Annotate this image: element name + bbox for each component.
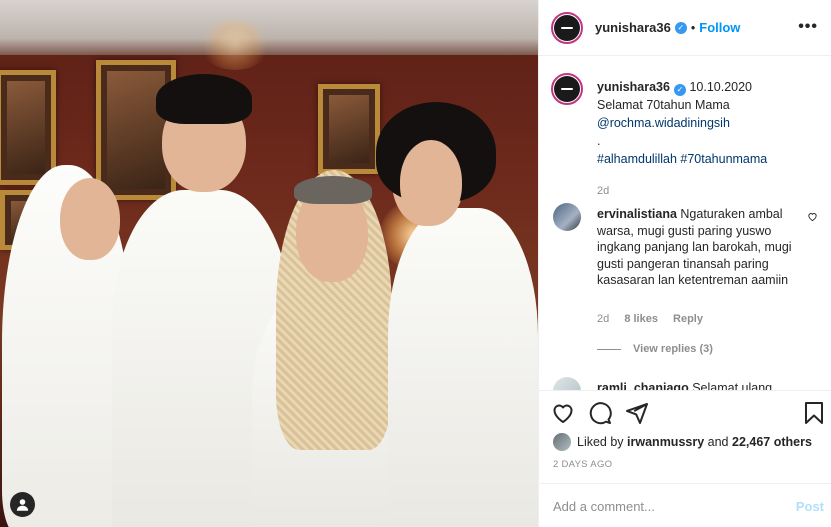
reply-button[interactable]: Reply bbox=[673, 313, 703, 325]
comment-like-heart-icon[interactable] bbox=[807, 211, 818, 222]
caption-time[interactable]: 2d bbox=[597, 185, 609, 197]
comment-icon[interactable] bbox=[588, 401, 612, 425]
user-icon bbox=[16, 499, 29, 511]
painting-frame-left bbox=[0, 70, 56, 185]
commenter-avatar[interactable] bbox=[553, 203, 581, 231]
comments-scroll[interactable]: yunishara36 ✓ 10.10.2020 Selamat 70tahun … bbox=[539, 57, 831, 390]
separator: • bbox=[690, 20, 696, 35]
caption-hashtags[interactable]: #alhamdulillah #70tahunmama bbox=[597, 150, 827, 168]
post-header: yunishara36 ✓ • Follow ••• bbox=[539, 0, 831, 56]
post-photo[interactable] bbox=[0, 0, 538, 527]
comment-likes[interactable]: 8 likes bbox=[624, 313, 658, 325]
caption-text: yunishara36 ✓ 10.10.2020 Selamat 70tahun … bbox=[597, 78, 827, 168]
view-replies-label: View replies (3) bbox=[633, 343, 713, 355]
caption-username[interactable]: yunishara36 bbox=[597, 80, 670, 94]
likes-others[interactable]: 22,467 others bbox=[732, 435, 812, 449]
post-comment-button[interactable]: Post bbox=[796, 499, 824, 514]
commenter-username[interactable]: ervinalistiana bbox=[597, 207, 677, 221]
caption-date: 10.10.2020 bbox=[689, 80, 753, 94]
chandelier-glow bbox=[200, 20, 270, 70]
likes-middle: and bbox=[707, 435, 729, 449]
view-replies-button[interactable]: View replies (3) bbox=[597, 343, 713, 355]
likes-summary: Liked by irwanmussry and 22,467 others bbox=[553, 433, 812, 451]
verified-badge-icon: ✓ bbox=[673, 84, 686, 96]
comment-meta: 2d 8 likes Reply bbox=[597, 313, 715, 325]
liker-avatar[interactable] bbox=[553, 433, 571, 451]
comment-time[interactable]: 2d bbox=[597, 313, 609, 325]
share-icon[interactable] bbox=[625, 401, 649, 425]
action-bar bbox=[539, 390, 831, 435]
verified-badge-icon: ✓ bbox=[674, 21, 687, 34]
post-details-panel: yunishara36 ✓ • Follow ••• yunishara36 ✓ … bbox=[538, 0, 831, 527]
heart-icon[interactable] bbox=[551, 401, 575, 425]
caption-line: Selamat 70tahun Mama bbox=[597, 98, 730, 112]
comment-text: ervinalistiana Ngaturaken ambal warsa, m… bbox=[597, 206, 797, 289]
tagged-users-button[interactable] bbox=[10, 492, 35, 517]
painting-frame-right bbox=[318, 84, 380, 174]
liker-username[interactable]: irwanmussry bbox=[627, 435, 704, 449]
comment-body: Selamat ulang bbox=[692, 381, 773, 390]
comment-text: ramli_chaniago Selamat ulang bbox=[597, 380, 797, 390]
caption-dot: . bbox=[597, 134, 601, 148]
follow-button[interactable]: Follow bbox=[699, 20, 740, 35]
author-username[interactable]: yunishara36 bbox=[595, 20, 671, 35]
comment-input[interactable]: Add a comment... bbox=[553, 499, 655, 514]
post-date[interactable]: 2 DAYS AGO bbox=[553, 459, 612, 470]
likes-prefix: Liked by bbox=[577, 435, 624, 449]
caption-mention[interactable]: @rochma.widadiningsih bbox=[597, 114, 827, 132]
caption-avatar[interactable] bbox=[551, 73, 583, 105]
commenter-avatar[interactable] bbox=[553, 377, 581, 390]
add-comment-bar: Add a comment... Post bbox=[539, 483, 831, 527]
more-options-icon[interactable]: ••• bbox=[798, 18, 818, 36]
commenter-username[interactable]: ramli_chaniago bbox=[597, 381, 689, 390]
replies-divider bbox=[597, 348, 621, 350]
bookmark-icon[interactable] bbox=[802, 401, 826, 425]
author-avatar[interactable] bbox=[551, 11, 583, 44]
